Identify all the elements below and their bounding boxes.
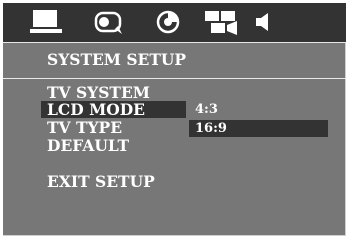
divider (3, 78, 346, 79)
disc-icon[interactable] (155, 7, 181, 37)
setup-menu-panel: SYSTEM SETUP TV SYSTEM LCD MODE TV TYPE … (3, 3, 346, 236)
option-16-9[interactable]: 16:9 (195, 121, 227, 137)
divider (3, 42, 346, 43)
menu-item-default[interactable]: DEFAULT (47, 137, 129, 155)
option-4-3[interactable]: 4:3 (195, 102, 218, 118)
tab-icon-bar (3, 3, 346, 42)
speech-bubble-icon[interactable] (93, 7, 127, 37)
menu-item-tv-type[interactable]: TV TYPE (47, 119, 122, 137)
monitor-icon[interactable] (27, 7, 65, 37)
menu-item-exit-setup[interactable]: EXIT SETUP (47, 173, 155, 191)
speaker-icon[interactable] (253, 7, 273, 37)
dvd-osd-screen: SYSTEM SETUP TV SYSTEM LCD MODE TV TYPE … (0, 0, 352, 240)
page-title: SYSTEM SETUP (47, 50, 187, 69)
menu-item-lcd-mode[interactable]: LCD MODE (47, 101, 145, 119)
video-camera-icon[interactable] (202, 7, 242, 37)
